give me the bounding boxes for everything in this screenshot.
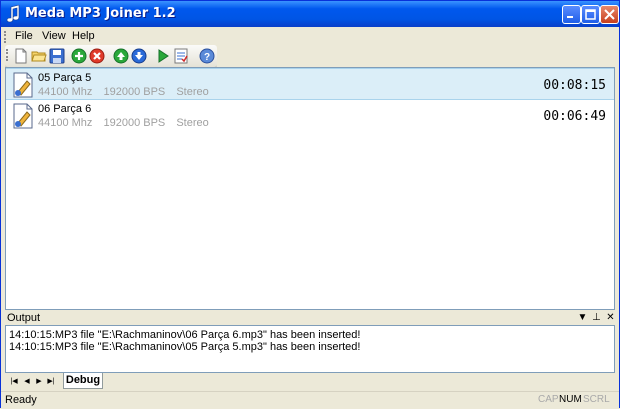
minimize-button[interactable] (562, 5, 581, 24)
panel-menu-icon[interactable]: ▼ (577, 312, 588, 323)
file-bitrate: 192000 BPS (103, 86, 166, 98)
file-row[interactable]: 05 Parça 5 44100 Mhz 192000 BPS Stereo 0… (6, 68, 614, 100)
title-bar[interactable]: Meda MP3 Joiner 1.2 (1, 1, 619, 27)
output-log[interactable]: 14:10:15:MP3 file "E:\Rachmaninov\06 Par… (5, 325, 615, 373)
scroll-lock-indicator: SCRL (583, 394, 610, 405)
open-folder-icon[interactable] (31, 48, 47, 64)
menu-file[interactable]: File (11, 30, 37, 42)
minimize-icon (567, 16, 573, 18)
save-icon[interactable] (49, 48, 65, 64)
file-bitrate: 192000 BPS (103, 117, 166, 129)
mp3-file-icon (13, 103, 33, 129)
menu-bar: File View Help (1, 27, 619, 45)
file-name: 05 Parça 5 (38, 72, 92, 84)
close-icon (604, 9, 615, 20)
move-up-icon[interactable] (113, 48, 129, 64)
file-name: 06 Parça 6 (38, 103, 92, 115)
pin-icon[interactable]: ⊥ (591, 312, 602, 323)
file-frequency: 44100 Mhz (38, 86, 93, 98)
toolbar-grip[interactable] (6, 49, 10, 61)
file-channels: Stereo (176, 117, 209, 129)
output-panel-title: Output (7, 312, 41, 324)
music-note-icon (6, 5, 20, 23)
menu-grip[interactable] (4, 31, 8, 43)
file-frequency: 44100 Mhz (38, 117, 93, 129)
play-icon[interactable] (155, 48, 171, 64)
close-button[interactable] (600, 5, 619, 24)
mp3-file-icon (13, 72, 33, 98)
status-bar: Ready CAP NUM SCRL (1, 391, 619, 409)
menu-help[interactable]: Help (68, 30, 99, 42)
output-tabs: |◀ ◀ ▶ ▶| Debug (5, 373, 615, 390)
new-icon[interactable] (13, 48, 29, 64)
toolbar: ? (5, 45, 217, 68)
next-tab-icon[interactable]: ▶ (34, 377, 44, 387)
file-duration: 00:08:15 (543, 78, 606, 93)
file-list[interactable]: 05 Parça 5 44100 Mhz 192000 BPS Stereo 0… (5, 67, 615, 310)
add-icon[interactable] (71, 48, 87, 64)
log-line: 14:10:15:MP3 file "E:\Rachmaninov\06 Par… (9, 329, 361, 341)
file-duration: 00:06:49 (543, 109, 606, 124)
maximize-icon (585, 9, 596, 20)
caps-lock-indicator: CAP (538, 394, 559, 405)
file-meta: 44100 Mhz 192000 BPS Stereo (38, 117, 217, 129)
checklist-icon[interactable] (173, 48, 189, 64)
file-row[interactable]: 06 Parça 6 44100 Mhz 192000 BPS Stereo 0… (6, 100, 614, 132)
log-line: 14:10:15:MP3 file "E:\Rachmaninov\05 Par… (9, 341, 361, 353)
file-meta: 44100 Mhz 192000 BPS Stereo (38, 86, 217, 98)
move-down-icon[interactable] (131, 48, 147, 64)
prev-tab-icon[interactable]: ◀ (22, 377, 32, 387)
maximize-button[interactable] (581, 5, 600, 24)
remove-icon[interactable] (89, 48, 105, 64)
panel-close-icon[interactable]: ✕ (605, 312, 616, 323)
output-panel-header: Output ▼ ⊥ ✕ (5, 311, 615, 326)
help-icon[interactable]: ? (199, 48, 215, 64)
status-text: Ready (5, 394, 37, 406)
last-tab-icon[interactable]: ▶| (46, 377, 56, 387)
svg-text:?: ? (204, 52, 210, 63)
menu-view[interactable]: View (38, 30, 70, 42)
window-title: Meda MP3 Joiner 1.2 (25, 6, 176, 21)
num-lock-indicator: NUM (559, 394, 582, 405)
app-window: Meda MP3 Joiner 1.2 File View Help ? 05 … (0, 0, 620, 409)
tab-debug[interactable]: Debug (63, 373, 103, 389)
first-tab-icon[interactable]: |◀ (9, 377, 19, 387)
file-channels: Stereo (176, 86, 209, 98)
